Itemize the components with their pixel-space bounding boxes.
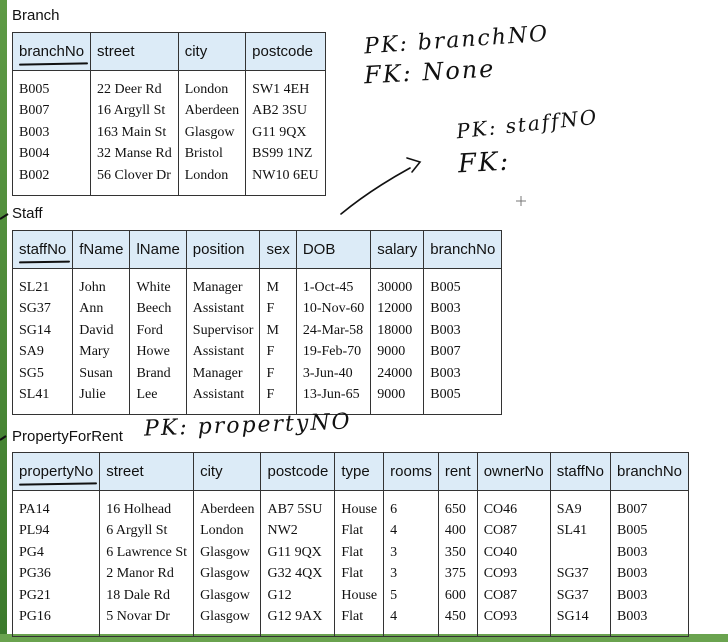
edge-tick-mark bbox=[0, 213, 9, 220]
handwritten-arrow bbox=[340, 167, 411, 215]
edge-tick-mark bbox=[0, 435, 7, 441]
handwritten-arrowhead bbox=[406, 157, 422, 173]
sparkle-mark bbox=[516, 196, 526, 206]
ink-strokes bbox=[0, 157, 526, 441]
